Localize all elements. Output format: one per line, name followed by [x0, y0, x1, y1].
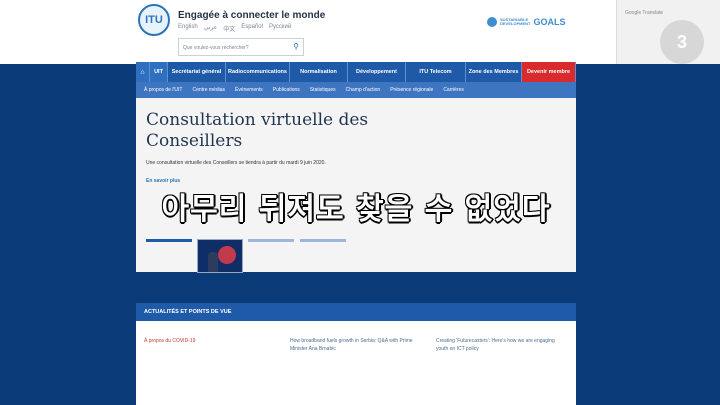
- lang-arabic[interactable]: عربي: [204, 24, 218, 33]
- sdg-line2: DEVELOPMENT: [500, 21, 531, 26]
- hero-description: Une consultation virtuelle des Conseille…: [146, 160, 326, 166]
- video-caption-overlay: 아무리 뒤져도 찾을 수 없었다: [161, 192, 551, 227]
- thumbnail-person: [208, 252, 218, 272]
- primary-nav: ⌂ UIT Secrétariat général Radiocommunica…: [136, 62, 576, 82]
- language-switcher: English عربي 中文 Español Русский: [178, 24, 291, 33]
- slide-thumbnail[interactable]: [197, 239, 243, 273]
- search-input[interactable]: Que voulez-vous rechercher? ⚲: [178, 38, 304, 56]
- hero-title: Consultation virtuelle des Conseillers: [146, 110, 369, 151]
- subnav-scope[interactable]: Champ d'action: [346, 87, 381, 93]
- secondary-nav: À propos de l'UIT Centre médias Événemen…: [136, 82, 576, 98]
- slide-indicator-1[interactable]: [146, 239, 192, 242]
- news-section: À propos du COVID-19 How broadband fuels…: [136, 321, 576, 405]
- lang-chinese[interactable]: 中文: [223, 24, 235, 33]
- subnav-media[interactable]: Centre médias: [192, 87, 225, 93]
- thumbnail-light: [218, 246, 236, 264]
- subnav-regional[interactable]: Présence régionale: [390, 87, 433, 93]
- sdg-goals: GOALS: [533, 17, 566, 27]
- subnav-careers[interactable]: Carrières: [443, 87, 464, 93]
- itu-logo[interactable]: ITU: [138, 4, 170, 36]
- news-section-title: ACTUALITÉS ET POINTS DE VUE: [136, 303, 576, 321]
- slide-indicator-3[interactable]: [248, 239, 294, 242]
- site-header: [0, 0, 720, 64]
- nav-zone-membres[interactable]: Zone des Membres: [466, 62, 522, 82]
- lang-russian[interactable]: Русский: [269, 24, 291, 33]
- watermark-badge: 3: [660, 20, 704, 64]
- nav-devenir-membre[interactable]: Devenir membre: [522, 62, 576, 82]
- nav-itu-telecom[interactable]: ITU Telecom: [406, 62, 466, 82]
- subnav-events[interactable]: Événements: [235, 87, 263, 93]
- nav-radiocommunications[interactable]: Radiocommunications: [226, 62, 290, 82]
- search-icon[interactable]: ⚲: [293, 42, 299, 51]
- news-item-futurecasters[interactable]: Creating 'Futurecasters': Here's how we …: [436, 337, 564, 353]
- lang-spanish[interactable]: Español: [241, 24, 263, 33]
- home-icon[interactable]: ⌂: [136, 62, 150, 82]
- nav-uit[interactable]: UIT: [150, 62, 168, 82]
- subnav-about[interactable]: À propos de l'UIT: [144, 87, 182, 93]
- search-placeholder: Que voulez-vous rechercher?: [183, 45, 249, 51]
- slide-indicator-4[interactable]: [300, 239, 346, 242]
- hero-slider: Consultation virtuelle des Conseillers U…: [136, 98, 576, 273]
- sdg-logo[interactable]: SUSTAINABLE DEVELOPMENT GOALS: [487, 17, 565, 27]
- news-item-serbia[interactable]: How broadband fuels growth in Serbia: Q&…: [290, 337, 418, 353]
- subnav-publications[interactable]: Publications: [273, 87, 300, 93]
- google-translate-label: Google Translate: [625, 10, 664, 16]
- site-tagline: Engagée à connecter le monde: [178, 10, 326, 21]
- globe-icon: [487, 17, 497, 27]
- nav-developpement[interactable]: Développement: [348, 62, 406, 82]
- nav-secretariat[interactable]: Secrétariat général: [168, 62, 226, 82]
- lang-english[interactable]: English: [178, 24, 198, 33]
- subnav-statistics[interactable]: Statistiques: [310, 87, 336, 93]
- nav-normalisation[interactable]: Normalisation: [290, 62, 348, 82]
- news-item-covid[interactable]: À propos du COVID-19: [144, 337, 272, 345]
